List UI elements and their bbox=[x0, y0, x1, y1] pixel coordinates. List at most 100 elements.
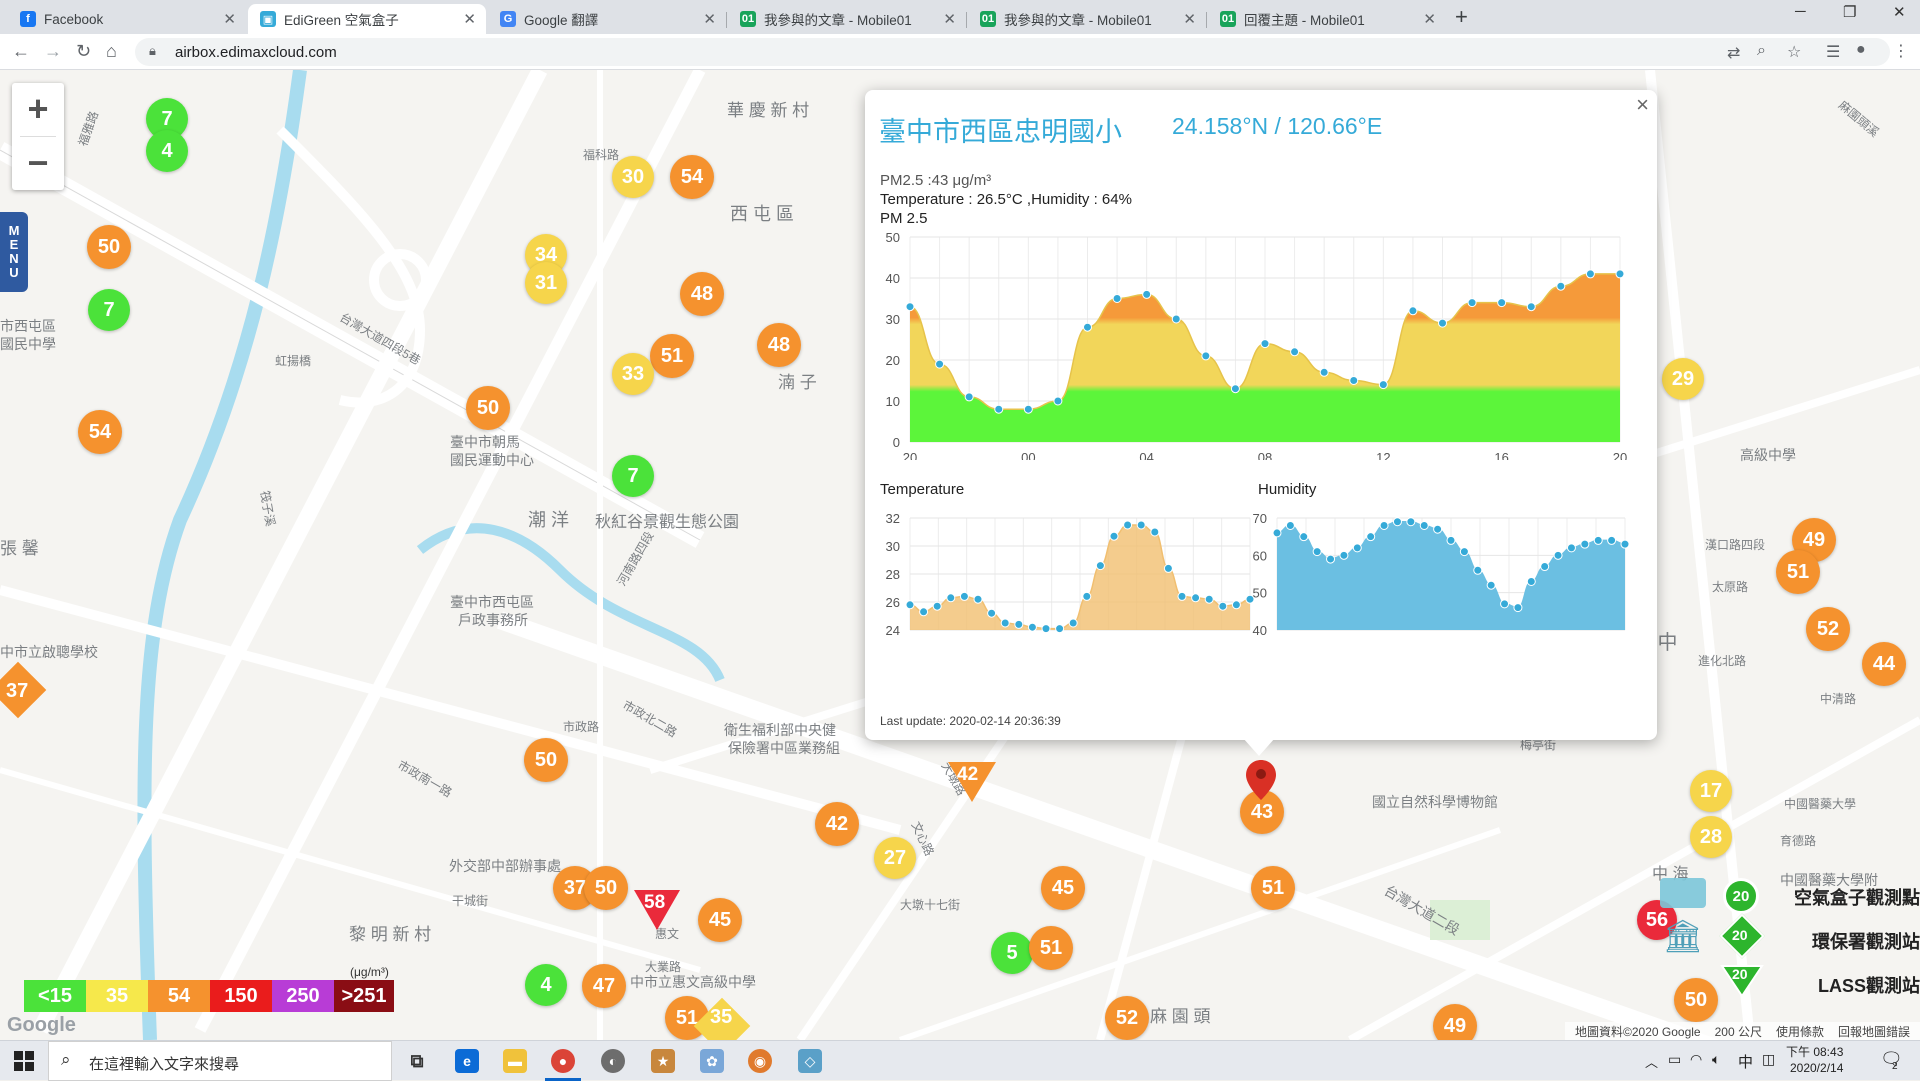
translate-icon[interactable]: ⇄ bbox=[1727, 43, 1740, 63]
station-legend: 20 空氣盒子觀測點 🏛︎ 20 環保署觀測站 20 LASS觀測站 bbox=[1650, 878, 1920, 1008]
popup-close-button[interactable]: × bbox=[1636, 92, 1649, 118]
restore-icon[interactable]: ❐ bbox=[1843, 3, 1856, 21]
airbox-marker[interactable]: 45 bbox=[1041, 866, 1085, 910]
battery-icon[interactable]: ▭ bbox=[1668, 1051, 1681, 1068]
airbox-marker[interactable]: 30 bbox=[612, 156, 654, 198]
airbox-marker[interactable]: 51 bbox=[1251, 866, 1295, 910]
wifi-icon[interactable]: ◠ bbox=[1690, 1051, 1702, 1068]
tab-edigreen[interactable]: ▣ EdiGreen 空氣盒子 ✕ bbox=[248, 4, 486, 34]
more-menu-icon[interactable]: ⋮ bbox=[1893, 41, 1909, 61]
airbox-marker[interactable]: 50 bbox=[466, 386, 510, 430]
app-icon[interactable]: ✿ bbox=[700, 1049, 724, 1073]
airbox-marker[interactable]: 50 bbox=[524, 738, 568, 782]
tab-google-translate[interactable]: G Google 翻譯 ✕ bbox=[488, 4, 726, 34]
airbox-marker[interactable]: 51 bbox=[1776, 550, 1820, 594]
lock-icon[interactable]: 🔒︎ bbox=[149, 43, 156, 59]
map-label: 西 屯 區 bbox=[730, 204, 795, 224]
task-view-icon[interactable]: ⧉ bbox=[405, 1049, 429, 1073]
app-icon[interactable]: ◇ bbox=[798, 1049, 822, 1073]
airbox-marker[interactable]: 50 bbox=[584, 866, 628, 910]
humidity-chart[interactable]: 40 50 60 70 bbox=[1243, 508, 1657, 648]
close-tab-icon[interactable]: ✕ bbox=[463, 10, 476, 28]
app-icon[interactable]: ◉ bbox=[748, 1049, 772, 1073]
airbox-marker[interactable]: 7 bbox=[612, 455, 654, 497]
file-explorer-icon[interactable]: ▬ bbox=[503, 1049, 527, 1073]
airbox-marker[interactable]: 4 bbox=[146, 130, 188, 172]
app-icon[interactable]: ◐ bbox=[601, 1049, 625, 1073]
airbox-marker[interactable]: 17 bbox=[1690, 770, 1732, 812]
airbox-marker[interactable]: 33 bbox=[612, 353, 654, 395]
airbox-marker[interactable]: 51 bbox=[650, 334, 694, 378]
tab-facebook[interactable]: f Facebook ✕ bbox=[8, 4, 246, 34]
forward-icon[interactable]: → bbox=[44, 41, 62, 62]
system-clock[interactable]: 下午 08:43 2020/2/14 bbox=[1786, 1044, 1843, 1076]
legend-epa-label[interactable]: 環保署觀測站 bbox=[1812, 928, 1920, 954]
zoom-out-button[interactable]: − bbox=[12, 137, 64, 189]
legend-airbox-label[interactable]: 空氣盒子觀測點 bbox=[1794, 884, 1920, 910]
airbox-marker[interactable]: 48 bbox=[757, 323, 801, 367]
minimize-icon[interactable]: ─ bbox=[1795, 3, 1806, 20]
taskbar-search-box[interactable]: ⌕ 在這裡輸入文字來搜尋 bbox=[48, 1041, 392, 1081]
tab-mobile01-3[interactable]: 01 回覆主題 - Mobile01 ✕ bbox=[1208, 4, 1446, 34]
home-icon[interactable]: ⌂ bbox=[106, 41, 117, 62]
pm25-chart[interactable]: 0 10 20 30 40 50 20 00 04 08 12 16 20 bbox=[865, 225, 1657, 460]
airbox-marker[interactable]: 27 bbox=[874, 837, 916, 879]
airbox-marker[interactable]: 28 bbox=[1690, 816, 1732, 858]
airbox-marker[interactable]: 7 bbox=[88, 289, 130, 331]
edge-icon[interactable]: e bbox=[455, 1049, 479, 1073]
airbox-marker[interactable]: 31 bbox=[525, 262, 567, 304]
reload-icon[interactable]: ↻ bbox=[76, 41, 91, 62]
new-tab-button[interactable]: + bbox=[1455, 4, 1468, 30]
airbox-icon bbox=[1660, 878, 1706, 908]
data-point bbox=[1526, 302, 1536, 312]
back-icon[interactable]: ← bbox=[12, 41, 30, 62]
legend-lass-label[interactable]: LASS觀測站 bbox=[1818, 972, 1920, 998]
ime-indicator[interactable]: 中 bbox=[1738, 1051, 1753, 1072]
data-point bbox=[1150, 527, 1160, 537]
airbox-marker[interactable]: 54 bbox=[78, 410, 122, 454]
close-tab-icon[interactable]: ✕ bbox=[703, 10, 716, 28]
close-tab-icon[interactable]: ✕ bbox=[943, 10, 956, 28]
input-mode-icon[interactable]: ◫ bbox=[1762, 1051, 1775, 1068]
airbox-marker[interactable]: 45 bbox=[698, 898, 742, 942]
close-tab-icon[interactable]: ✕ bbox=[223, 10, 236, 28]
tray-chevron-icon[interactable]: ︿ bbox=[1645, 1052, 1658, 1071]
volume-icon[interactable]: 🔈︎ bbox=[1712, 1051, 1720, 1068]
terms-link[interactable]: 使用條款 bbox=[1776, 1023, 1824, 1040]
bookmark-star-icon[interactable]: ☆ bbox=[1787, 42, 1801, 62]
airbox-marker[interactable]: 54 bbox=[670, 155, 714, 199]
omnibox[interactable]: 🔒︎ airbox.edimaxcloud.com ⇄ ⌕ ☆ bbox=[135, 38, 1890, 66]
temperature-chart[interactable]: 24 26 28 30 32 bbox=[865, 508, 1260, 648]
tab-mobile01-1[interactable]: 01 我參與的文章 - Mobile01 ✕ bbox=[728, 4, 966, 34]
app-icon[interactable]: ★ bbox=[651, 1049, 675, 1073]
menu-button[interactable]: M E N U bbox=[0, 212, 28, 292]
close-tab-icon[interactable]: ✕ bbox=[1423, 10, 1436, 28]
airbox-marker[interactable]: 49 bbox=[1433, 1004, 1477, 1040]
airbox-marker[interactable]: 50 bbox=[87, 225, 131, 269]
close-tab-icon[interactable]: ✕ bbox=[1183, 10, 1196, 28]
map-scale[interactable]: 200 公尺 bbox=[1715, 1023, 1762, 1040]
airbox-marker[interactable]: 42 bbox=[815, 802, 859, 846]
window-close-icon[interactable]: ✕ bbox=[1893, 3, 1906, 21]
airbox-marker[interactable]: 48 bbox=[680, 272, 724, 316]
map-view[interactable]: 華 慶 新 村 西 屯 區 湳 子 潮 洋 秋紅谷景觀生態公園 臺中市朝馬 國民… bbox=[0, 70, 1920, 1040]
airbox-marker[interactable]: 51 bbox=[1029, 926, 1073, 970]
airbox-marker[interactable]: 5 bbox=[991, 932, 1033, 974]
airbox-marker[interactable]: 29 bbox=[1662, 358, 1704, 400]
zoom-in-button[interactable]: + bbox=[12, 83, 64, 135]
airbox-marker[interactable]: 52 bbox=[1105, 996, 1149, 1040]
airbox-marker[interactable]: 52 bbox=[1806, 607, 1850, 651]
airbox-marker[interactable]: 47 bbox=[582, 964, 626, 1008]
url-text[interactable]: airbox.edimaxcloud.com bbox=[175, 44, 337, 61]
popup-pointer bbox=[1243, 738, 1275, 756]
profile-icon[interactable]: ● bbox=[1856, 41, 1866, 59]
search-placeholder[interactable]: 在這裡輸入文字來搜尋 bbox=[89, 1053, 239, 1074]
report-error-link[interactable]: 回報地圖錯誤 bbox=[1838, 1023, 1910, 1040]
windows-start-icon[interactable] bbox=[14, 1051, 34, 1071]
chrome-icon[interactable]: ● bbox=[551, 1049, 575, 1073]
reading-list-icon[interactable]: ☰ bbox=[1826, 42, 1840, 62]
tab-mobile01-2[interactable]: 01 我參與的文章 - Mobile01 ✕ bbox=[968, 4, 1206, 34]
airbox-marker[interactable]: 44 bbox=[1862, 642, 1906, 686]
airbox-marker[interactable]: 4 bbox=[525, 964, 567, 1006]
zoom-icon[interactable]: ⌕ bbox=[1757, 42, 1766, 60]
